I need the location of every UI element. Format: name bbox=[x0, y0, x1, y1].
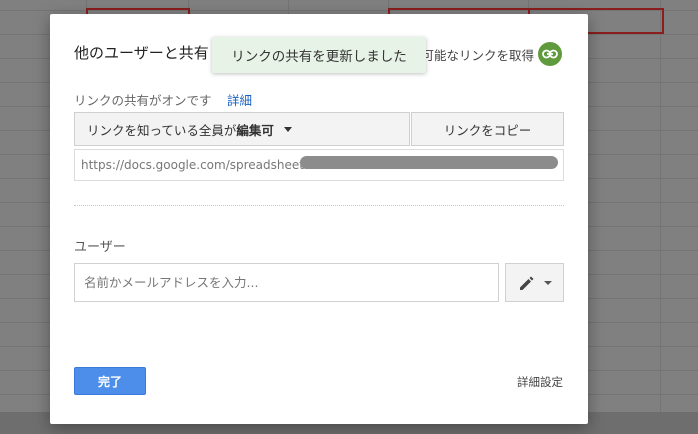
done-button[interactable]: 完了 bbox=[74, 367, 146, 395]
details-link[interactable]: 詳細 bbox=[227, 90, 252, 109]
chevron-down-icon bbox=[543, 280, 552, 285]
link-sharing-status: リンクの共有がオンです bbox=[74, 93, 212, 108]
get-shareable-link-label[interactable]: 可能なリンクを取得 bbox=[421, 45, 534, 64]
permission-prefix: リンクを知っている全員が bbox=[87, 122, 237, 138]
grid-line bbox=[660, 0, 661, 434]
notification-toast: リンクの共有を更新しました bbox=[212, 37, 426, 73]
advanced-settings-link[interactable]: 詳細設定 bbox=[517, 374, 563, 390]
dropdown-arrow-icon bbox=[283, 126, 292, 132]
permission-value: 編集可 bbox=[236, 122, 274, 138]
pencil-icon bbox=[519, 276, 533, 290]
dialog-title: 他のユーザーと共有 bbox=[74, 44, 209, 62]
permission-menu-button[interactable] bbox=[505, 263, 564, 302]
redacted-url-segment bbox=[300, 156, 558, 169]
link-icon-glyph bbox=[542, 49, 558, 59]
link-permission-dropdown[interactable]: リンクを知っている全員が 編集可 bbox=[74, 112, 410, 146]
copy-link-button[interactable]: リンクをコピー bbox=[411, 112, 564, 146]
share-dialog: 他のユーザーと共有 可能なリンクを取得 リンクの共有を更新しました リンクの共有… bbox=[50, 14, 588, 424]
people-email-input[interactable] bbox=[74, 263, 499, 302]
link-icon[interactable] bbox=[538, 42, 562, 66]
users-section-label: ユーザー bbox=[74, 240, 126, 255]
section-divider bbox=[74, 205, 564, 206]
